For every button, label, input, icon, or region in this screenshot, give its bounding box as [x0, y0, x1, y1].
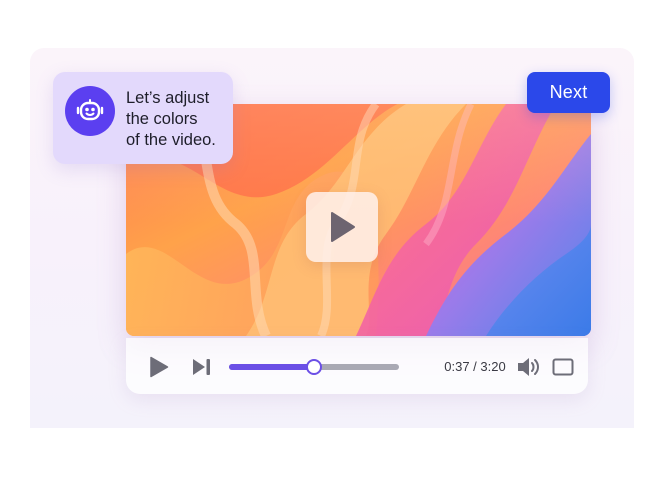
assistant-message-line: Let’s adjust [126, 89, 210, 107]
fullscreen-button[interactable] [552, 358, 574, 376]
volume-button[interactable] [516, 356, 540, 378]
progress-fill [229, 364, 314, 370]
time-readout: 0:37 / 3:20 [444, 359, 506, 374]
skip-next-icon [193, 359, 210, 375]
play-icon [331, 212, 355, 242]
next-button[interactable]: Next [527, 72, 610, 113]
fullscreen-icon [552, 358, 574, 376]
play-button[interactable] [149, 356, 169, 378]
skip-next-button[interactable] [192, 358, 212, 376]
assistant-avatar [65, 86, 115, 136]
volume-icon [518, 358, 539, 376]
assistant-message-line: the colors [126, 110, 198, 128]
assistant-tip-card: Let’s adjust the colors of the video. [53, 72, 233, 164]
assistant-message: Let’s adjust the colors of the video. [126, 88, 230, 151]
assistant-message-line: of the video. [126, 131, 216, 149]
play-icon [150, 356, 169, 378]
app-stage: 0:37 / 3:20 Let’s adjust the colors of t… [0, 0, 670, 480]
progress-bar[interactable] [229, 359, 399, 375]
robot-face-icon [76, 99, 104, 121]
center-play-button[interactable] [306, 192, 378, 262]
progress-thumb[interactable] [306, 359, 322, 375]
